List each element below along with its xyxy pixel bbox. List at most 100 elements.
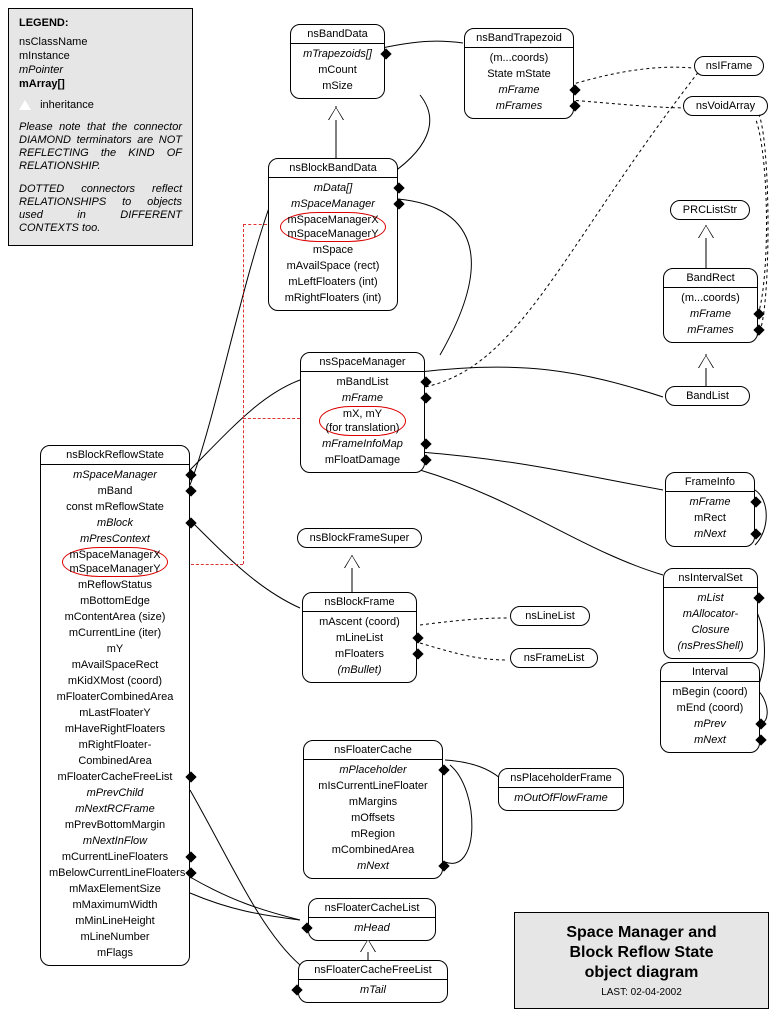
- circled-highlight: mSpaceManagerXmSpaceManagerY: [280, 212, 385, 242]
- diamond-icon: [569, 84, 580, 95]
- diamond-icon: [755, 734, 766, 745]
- class-nsBlockReflowState: nsBlockReflowState mSpaceManagermBandcon…: [40, 445, 190, 966]
- class-title: nsBlockBandData: [269, 159, 397, 178]
- attr-row: mHead: [317, 920, 427, 936]
- class-nsPlaceholderFrame: nsPlaceholderFrame mOutOfFlowFrame: [498, 768, 624, 811]
- class-nsBandData: nsBandData mTrapezoids[]mCountmSize: [290, 24, 385, 99]
- attr-row: mFrame: [672, 306, 749, 322]
- diamond-icon: [753, 324, 764, 335]
- legend-inheritance-row: inheritance: [19, 99, 182, 111]
- attr-row: mEnd (coord): [669, 700, 751, 716]
- diamond-icon: [755, 718, 766, 729]
- attr-row: mMaxElementSize: [49, 881, 181, 897]
- attr-list: mTrapezoids[]mCountmSize: [291, 44, 384, 98]
- attr-row: mRegion: [312, 826, 434, 842]
- attr-row: mSpace: [277, 242, 389, 258]
- class-nsFloaterCacheList: nsFloaterCacheList mHead: [308, 898, 436, 941]
- legend-pointer: mPointer: [19, 63, 182, 77]
- attr-row: mNextRCFrame: [49, 801, 181, 817]
- class-nsBlockBandData: nsBlockBandData mData[]mSpaceManagermSpa…: [268, 158, 398, 311]
- attr-row: State mState: [473, 66, 565, 82]
- class-nsSpaceManager: nsSpaceManager mBandListmFramemX, mY(for…: [300, 352, 425, 473]
- attr-row: mPrevBottomMargin: [49, 817, 181, 833]
- attr-row: mBlock: [49, 515, 181, 531]
- class-title: nsBandData: [291, 25, 384, 44]
- attr-row: mAvailSpaceRect: [49, 657, 181, 673]
- diamond-icon: [185, 851, 196, 862]
- circled-highlight: mX, mY(for translation): [319, 406, 407, 436]
- attr-row: mBegin (coord): [669, 684, 751, 700]
- inheritance-triangle-icon: [345, 556, 359, 568]
- diamond-icon: [412, 632, 423, 643]
- attr-row: mLineNumber: [49, 929, 181, 945]
- attr-row: (mBullet): [311, 662, 408, 678]
- diamond-icon: [393, 182, 404, 193]
- diamond-icon: [753, 592, 764, 603]
- attr-row: mFrame: [473, 82, 565, 98]
- diamond-icon: [420, 454, 431, 465]
- attr-row: mFrame: [674, 494, 746, 510]
- attr-list: mData[]mSpaceManagermSpaceManagerXmSpace…: [269, 178, 397, 310]
- attr-list: mTail: [299, 980, 447, 1002]
- attr-row: mKidXMost (coord): [49, 673, 181, 689]
- class-title: nsFloaterCache: [304, 741, 442, 760]
- class-nsVoidArray: nsVoidArray: [683, 96, 768, 116]
- attr-row: mNext: [669, 732, 751, 748]
- attr-row: mFrameInfoMap: [309, 436, 416, 452]
- attr-row: mLineList: [311, 630, 408, 646]
- attr-row: mX, mY(for translation): [309, 406, 416, 436]
- attr-row: mFrame: [309, 390, 416, 406]
- class-nsBandTrapezoid: nsBandTrapezoid (m...coords)State mState…: [464, 28, 574, 119]
- attr-row: mBelowCurrentLineFloaters: [49, 865, 181, 881]
- attr-row: mFloaterCacheFreeList: [49, 769, 181, 785]
- class-title: nsBandTrapezoid: [465, 29, 573, 48]
- attr-row: mY: [49, 641, 181, 657]
- legend-note-1: Please note that the connector DIAMOND t…: [19, 121, 182, 173]
- class-BandList: BandList: [665, 386, 750, 406]
- attr-row: mSpaceManager: [49, 467, 181, 483]
- attr-row: mAllocator-Closure(nsPresShell): [672, 606, 749, 654]
- diamond-icon: [185, 469, 196, 480]
- attr-row: mPrevChild: [49, 785, 181, 801]
- attr-row: mFloatDamage: [309, 452, 416, 468]
- attr-row: mRightFloaters (int): [277, 290, 389, 306]
- legend-array: mArray[]: [19, 77, 182, 91]
- attr-row: mHaveRightFloaters: [49, 721, 181, 737]
- class-nsLineList: nsLineList: [510, 606, 590, 626]
- title-line-3: object diagram: [527, 963, 756, 983]
- attr-row: mContentArea (size): [49, 609, 181, 625]
- title-last: LAST: 02-04-2002: [527, 987, 756, 998]
- attr-row: mPresContext: [49, 531, 181, 547]
- attr-row: mFloaters: [311, 646, 408, 662]
- attr-row: mFrames: [672, 322, 749, 338]
- attr-row: mBand: [49, 483, 181, 499]
- diamond-icon: [750, 528, 761, 539]
- attr-list: mBegin (coord)mEnd (coord)mPrevmNext: [661, 682, 759, 752]
- attr-list: mFramemRectmNext: [666, 492, 754, 546]
- attr-row: mSpaceManager: [277, 196, 389, 212]
- attr-row: mMargins: [312, 794, 434, 810]
- class-Interval: Interval mBegin (coord)mEnd (coord)mPrev…: [660, 662, 760, 753]
- class-title: nsBlockReflowState: [41, 446, 189, 465]
- inheritance-triangle-icon: [699, 226, 713, 238]
- attr-row: mSize: [299, 78, 376, 94]
- attr-row: mTail: [307, 982, 439, 998]
- attr-row: mFloaterCombinedArea: [49, 689, 181, 705]
- diamond-icon: [412, 648, 423, 659]
- class-nsBlockFrameSuper: nsBlockFrameSuper: [297, 528, 422, 548]
- attr-row: mAvailSpace (rect): [277, 258, 389, 274]
- attr-row: const mReflowState: [49, 499, 181, 515]
- diagram-title-panel: Space Manager and Block Reflow State obj…: [514, 912, 769, 1009]
- class-title: nsBlockFrame: [303, 593, 416, 612]
- attr-row: mCount: [299, 62, 376, 78]
- attr-row: mCurrentLineFloaters: [49, 849, 181, 865]
- attr-row: mOffsets: [312, 810, 434, 826]
- attr-row: mData[]: [277, 180, 389, 196]
- attr-list: mSpaceManagermBandconst mReflowStatemBlo…: [41, 465, 189, 965]
- legend-instance: mInstance: [19, 49, 182, 63]
- inheritance-triangle-icon: [699, 356, 713, 368]
- diamond-icon: [750, 496, 761, 507]
- attr-row: mLeftFloaters (int): [277, 274, 389, 290]
- attr-row: mMaximumWidth: [49, 897, 181, 913]
- attr-row: mBottomEdge: [49, 593, 181, 609]
